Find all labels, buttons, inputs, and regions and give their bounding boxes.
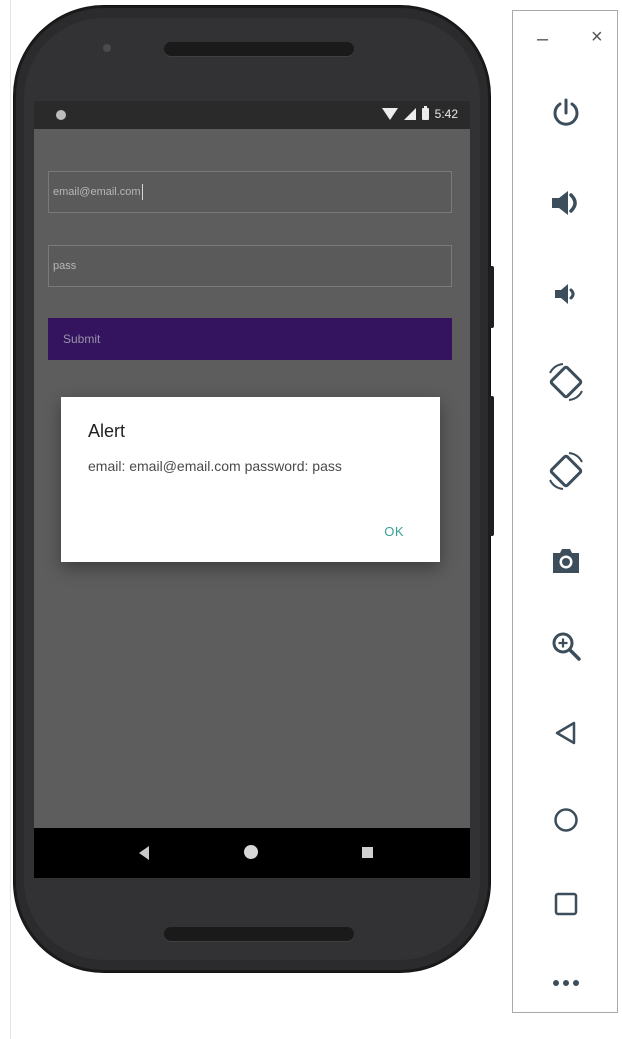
phone-screen: 5:42 email@email.com pass Submit Alert e…	[34, 101, 470, 878]
more-icon	[553, 980, 579, 986]
emulator-window: 5:42 email@email.com pass Submit Alert e…	[0, 0, 622, 1039]
left-window-edge	[0, 0, 11, 1039]
dialog-message: email: email@email.com password: pass	[88, 458, 342, 474]
submit-button-label: Submit	[63, 332, 101, 346]
emulator-toolbar: – ×	[512, 10, 618, 1013]
android-nav-bar	[34, 828, 470, 878]
alert-dialog: Alert email: email@email.com password: p…	[61, 397, 440, 562]
status-bar: 5:42	[34, 101, 470, 129]
email-field-value: email@email.com	[53, 186, 141, 198]
front-camera-icon	[103, 44, 111, 52]
power-button[interactable]	[513, 83, 619, 143]
battery-icon	[421, 106, 429, 120]
screenshot-button[interactable]	[513, 531, 619, 591]
zoom-button[interactable]	[513, 616, 619, 676]
overview-icon	[554, 892, 578, 916]
wifi-icon	[381, 108, 398, 120]
recents-icon[interactable]	[362, 847, 373, 858]
side-volume-button	[489, 396, 494, 536]
home-button[interactable]	[513, 790, 619, 850]
zoom-icon	[552, 632, 581, 661]
minimize-button[interactable]: –	[537, 29, 548, 49]
volume-up-icon	[552, 191, 577, 215]
back-icon[interactable]	[139, 846, 149, 860]
side-power-button	[489, 266, 494, 328]
rotate-left-icon	[549, 363, 583, 401]
notification-dot-icon	[56, 110, 66, 120]
password-field[interactable]: pass	[48, 245, 452, 287]
phone-device: 5:42 email@email.com pass Submit Alert e…	[14, 6, 494, 972]
status-icons: 5:42	[381, 106, 458, 121]
back-button[interactable]	[513, 703, 619, 763]
home-icon[interactable]	[244, 845, 258, 859]
volume-down-button[interactable]	[513, 264, 619, 324]
camera-icon	[553, 549, 579, 573]
close-button[interactable]: ×	[591, 27, 603, 47]
power-icon	[553, 98, 579, 126]
password-field-value: pass	[53, 260, 77, 272]
rotate-right-icon	[549, 452, 583, 490]
overview-button[interactable]	[513, 874, 619, 934]
dialog-title: Alert	[88, 421, 126, 441]
text-caret	[141, 184, 143, 200]
rotate-left-button[interactable]	[513, 352, 619, 412]
volume-up-button[interactable]	[513, 173, 619, 233]
home-icon	[554, 808, 578, 832]
dialog-ok-button[interactable]: OK	[384, 524, 404, 539]
status-time: 5:42	[434, 107, 458, 121]
top-speaker-grille	[164, 42, 354, 56]
submit-button[interactable]: Submit	[48, 318, 452, 360]
back-icon	[555, 721, 576, 745]
rotate-right-button[interactable]	[513, 441, 619, 501]
signal-icon	[403, 108, 416, 120]
volume-down-icon	[555, 284, 575, 304]
email-field[interactable]: email@email.com	[48, 171, 452, 213]
more-button[interactable]	[513, 953, 619, 1013]
bottom-speaker-grille	[164, 927, 354, 941]
